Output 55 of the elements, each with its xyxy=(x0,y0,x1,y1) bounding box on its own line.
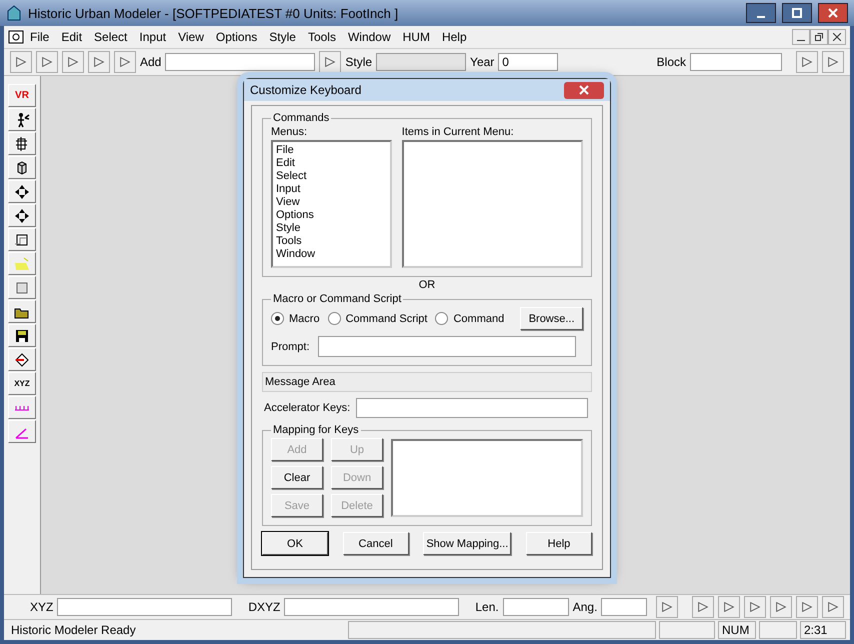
items-label: Items in Current Menu: xyxy=(402,126,515,138)
list-item[interactable]: Style xyxy=(276,222,387,235)
angle-label: Ang. xyxy=(572,600,598,614)
tool-button[interactable]: XYZ xyxy=(8,372,36,395)
list-item[interactable]: View xyxy=(276,196,387,209)
menu-item[interactable]: Select xyxy=(88,30,134,44)
list-item[interactable]: Tools xyxy=(276,235,387,248)
prompt-label: Prompt: xyxy=(271,340,310,352)
status-message: Historic Modeler Ready xyxy=(10,622,137,638)
tool-button[interactable]: VR xyxy=(8,84,36,107)
style-label: Style xyxy=(345,55,372,69)
xyz-label: XYZ xyxy=(30,600,54,614)
message-area: Message Area xyxy=(262,372,592,392)
browse-button[interactable]: Browse... xyxy=(520,307,583,330)
num-indicator: NUM xyxy=(718,621,756,639)
mapping-button[interactable]: Clear xyxy=(271,466,323,489)
group-label: Macro or Command Script xyxy=(272,293,402,305)
list-item[interactable]: Input xyxy=(276,183,387,196)
block-label: Block xyxy=(656,55,686,69)
menu-item[interactable]: File xyxy=(24,30,56,44)
menu-item[interactable]: Tools xyxy=(302,30,342,44)
list-item[interactable]: Window xyxy=(276,248,387,261)
menu-item[interactable]: Style xyxy=(263,30,302,44)
menu-item[interactable]: View xyxy=(172,30,210,44)
menu-item[interactable]: Input xyxy=(133,30,172,44)
or-label: OR xyxy=(418,279,436,291)
year-field[interactable]: 0 xyxy=(498,53,558,71)
group-label: Commands xyxy=(272,112,330,124)
accelerator-label: Accelerator Keys: xyxy=(264,402,350,414)
dxyz-label: DXYZ xyxy=(248,600,280,614)
menus-label: Menus: xyxy=(271,126,308,138)
clock: 2:31 xyxy=(800,621,846,639)
list-item[interactable]: Select xyxy=(276,170,387,183)
menu-item[interactable]: Options xyxy=(210,30,264,44)
dialog-button[interactable]: OK xyxy=(262,532,328,555)
menu-item[interactable]: Help xyxy=(436,30,473,44)
dialog-button[interactable]: Cancel xyxy=(342,532,409,555)
dialog-button[interactable]: Help xyxy=(526,532,592,555)
list-item[interactable]: File xyxy=(276,144,387,157)
dialog-button[interactable]: Show Mapping... xyxy=(423,532,512,555)
length-label: Len. xyxy=(475,600,499,614)
menu-item[interactable]: Edit xyxy=(55,30,88,44)
radio-option[interactable]: Command xyxy=(435,312,504,325)
year-label: Year xyxy=(470,55,494,69)
menus-list[interactable]: File Edit Select Input View Options Style Tools Window xyxy=(271,140,392,268)
list-item[interactable]: Options xyxy=(276,209,387,222)
radio-option[interactable]: Macro xyxy=(271,312,320,325)
window-title: Historic Urban Modeler - [SOFTPEDIATEST #0 Units: FootInch ] xyxy=(28,6,400,20)
dialog-title: Customize Keyboard xyxy=(250,83,362,97)
group-label: Mapping for Keys xyxy=(272,424,360,436)
add-label: Add xyxy=(140,55,162,69)
menu-item[interactable]: HUM xyxy=(396,30,436,44)
menu-item[interactable]: Window xyxy=(342,30,397,44)
radio-option[interactable]: Command Script xyxy=(328,312,428,325)
list-item[interactable]: Edit xyxy=(276,157,387,170)
